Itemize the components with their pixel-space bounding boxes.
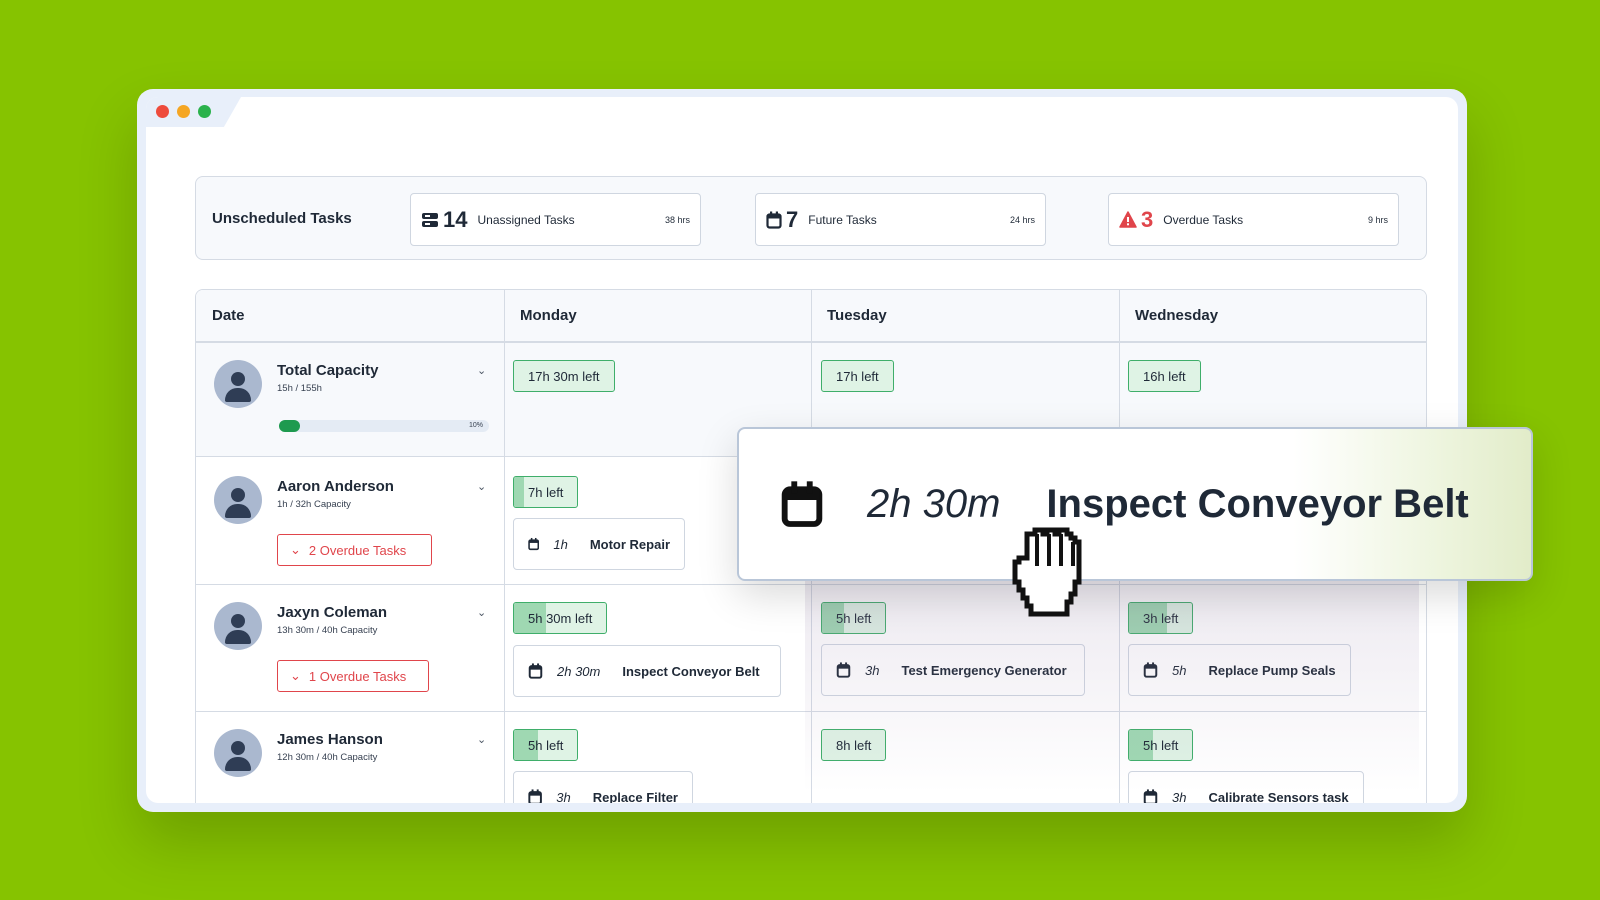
calendar-icon [1143, 662, 1158, 678]
capacity-sub: 15h / 155h [277, 383, 322, 394]
person-name: James Hanson [277, 731, 383, 748]
header-tuesday: Tuesday [811, 290, 1119, 342]
task-card[interactable]: 3h Replace Filter [513, 771, 693, 803]
person-capacity: 12h 30m / 40h Capacity [277, 752, 378, 763]
future-count: 7 [786, 206, 799, 232]
capacity-tuesday-left: 17h left [821, 360, 894, 392]
capacity-progress-label: 10% [468, 422, 483, 429]
capacity-avatar [214, 360, 262, 408]
person-name: Aaron Anderson [277, 478, 394, 495]
person-capacity: 13h 30m / 40h Capacity [277, 625, 378, 636]
minimize-dot[interactable] [177, 105, 190, 118]
overdue-count: 3 [1141, 206, 1154, 232]
unassigned-count: 14 [443, 206, 468, 232]
task-card[interactable]: 1h Motor Repair [513, 518, 685, 570]
unassigned-tasks-card[interactable]: 14 Unassigned Tasks 38 hrs [410, 193, 701, 246]
dragged-task-duration: 2h 30m [867, 481, 1001, 526]
chevron-down-icon[interactable]: ⌄ [477, 733, 486, 746]
task-card[interactable]: 3h Calibrate Sensors task [1128, 771, 1364, 803]
chevron-down-icon[interactable]: ⌄ [477, 364, 486, 377]
left-pill: 5h left [821, 602, 887, 634]
dragged-task-card[interactable]: 2h 30m Inspect Conveyor Belt [737, 427, 1533, 581]
person-capacity: 1h / 32h Capacity [277, 499, 351, 510]
unassigned-hours: 38 hrs [664, 214, 690, 225]
left-pill: 5h 30m left [513, 602, 608, 634]
left-pill: 8h left [821, 729, 887, 761]
calendar-icon [836, 662, 851, 678]
overdue-label: Overdue Tasks [1163, 212, 1244, 227]
capacity-title: Total Capacity [277, 362, 379, 379]
warning-icon [1119, 211, 1137, 228]
future-label: Future Tasks [808, 212, 877, 227]
row-divider [196, 584, 1426, 585]
chevron-down-icon[interactable]: ⌄ [477, 606, 486, 619]
calendar-icon [528, 789, 542, 803]
maximize-dot[interactable] [198, 105, 211, 118]
overdue-tasks-button[interactable]: ⌄ 1 Overdue Tasks [277, 660, 429, 692]
close-dot[interactable] [156, 105, 169, 118]
overdue-tasks-button[interactable]: ⌄ 2 Overdue Tasks [277, 534, 432, 566]
chevron-down-icon: ⌄ [290, 668, 301, 683]
capacity-monday-left: 17h 30m left [513, 360, 615, 392]
window-controls [156, 105, 211, 118]
capacity-wednesday-left: 16h left [1128, 360, 1201, 392]
future-hours: 24 hrs [1009, 214, 1035, 225]
row-divider [196, 711, 1426, 712]
row-divider [196, 342, 1426, 343]
stack-icon [422, 212, 438, 227]
task-card[interactable]: 2h 30m Inspect Conveyor Belt [513, 645, 781, 697]
task-card[interactable]: 3h Test Emergency Generator [821, 644, 1085, 696]
task-card[interactable]: 5h Replace Pump Seals [1128, 644, 1351, 696]
calendar-icon [528, 663, 543, 679]
avatar [214, 729, 262, 777]
calendar-icon [1143, 789, 1158, 803]
left-pill: 7h left [513, 476, 579, 508]
left-pill: 5h left [513, 729, 579, 761]
calendar-icon [766, 211, 782, 229]
capacity-progress-fill [279, 420, 300, 432]
overdue-tasks-card[interactable]: 3 Overdue Tasks 9 hrs [1108, 193, 1399, 246]
header-wednesday: Wednesday [1119, 290, 1426, 342]
chevron-down-icon[interactable]: ⌄ [477, 480, 486, 493]
left-pill: 3h left [1128, 602, 1194, 634]
left-pill: 5h left [1128, 729, 1194, 761]
unscheduled-summary: Unscheduled Tasks 14 Unassigned Tasks 38… [195, 176, 1427, 260]
future-tasks-card[interactable]: 7 Future Tasks 24 hrs [755, 193, 1046, 246]
summary-title: Unscheduled Tasks [212, 210, 352, 227]
capacity-progress: 10% [279, 420, 489, 432]
dragged-task-name: Inspect Conveyor Belt [1046, 481, 1469, 526]
overdue-hours: 9 hrs [1367, 214, 1388, 225]
header-date: Date [196, 290, 504, 342]
avatar [214, 602, 262, 650]
header-monday: Monday [504, 290, 811, 342]
person-name: Jaxyn Coleman [277, 604, 388, 621]
chevron-down-icon: ⌄ [290, 542, 301, 557]
calendar-icon [781, 481, 823, 527]
col-divider [504, 290, 505, 803]
avatar [214, 476, 262, 524]
calendar-icon [528, 537, 540, 551]
unassigned-label: Unassigned Tasks [477, 212, 575, 227]
grab-cursor-icon [1012, 527, 1082, 617]
